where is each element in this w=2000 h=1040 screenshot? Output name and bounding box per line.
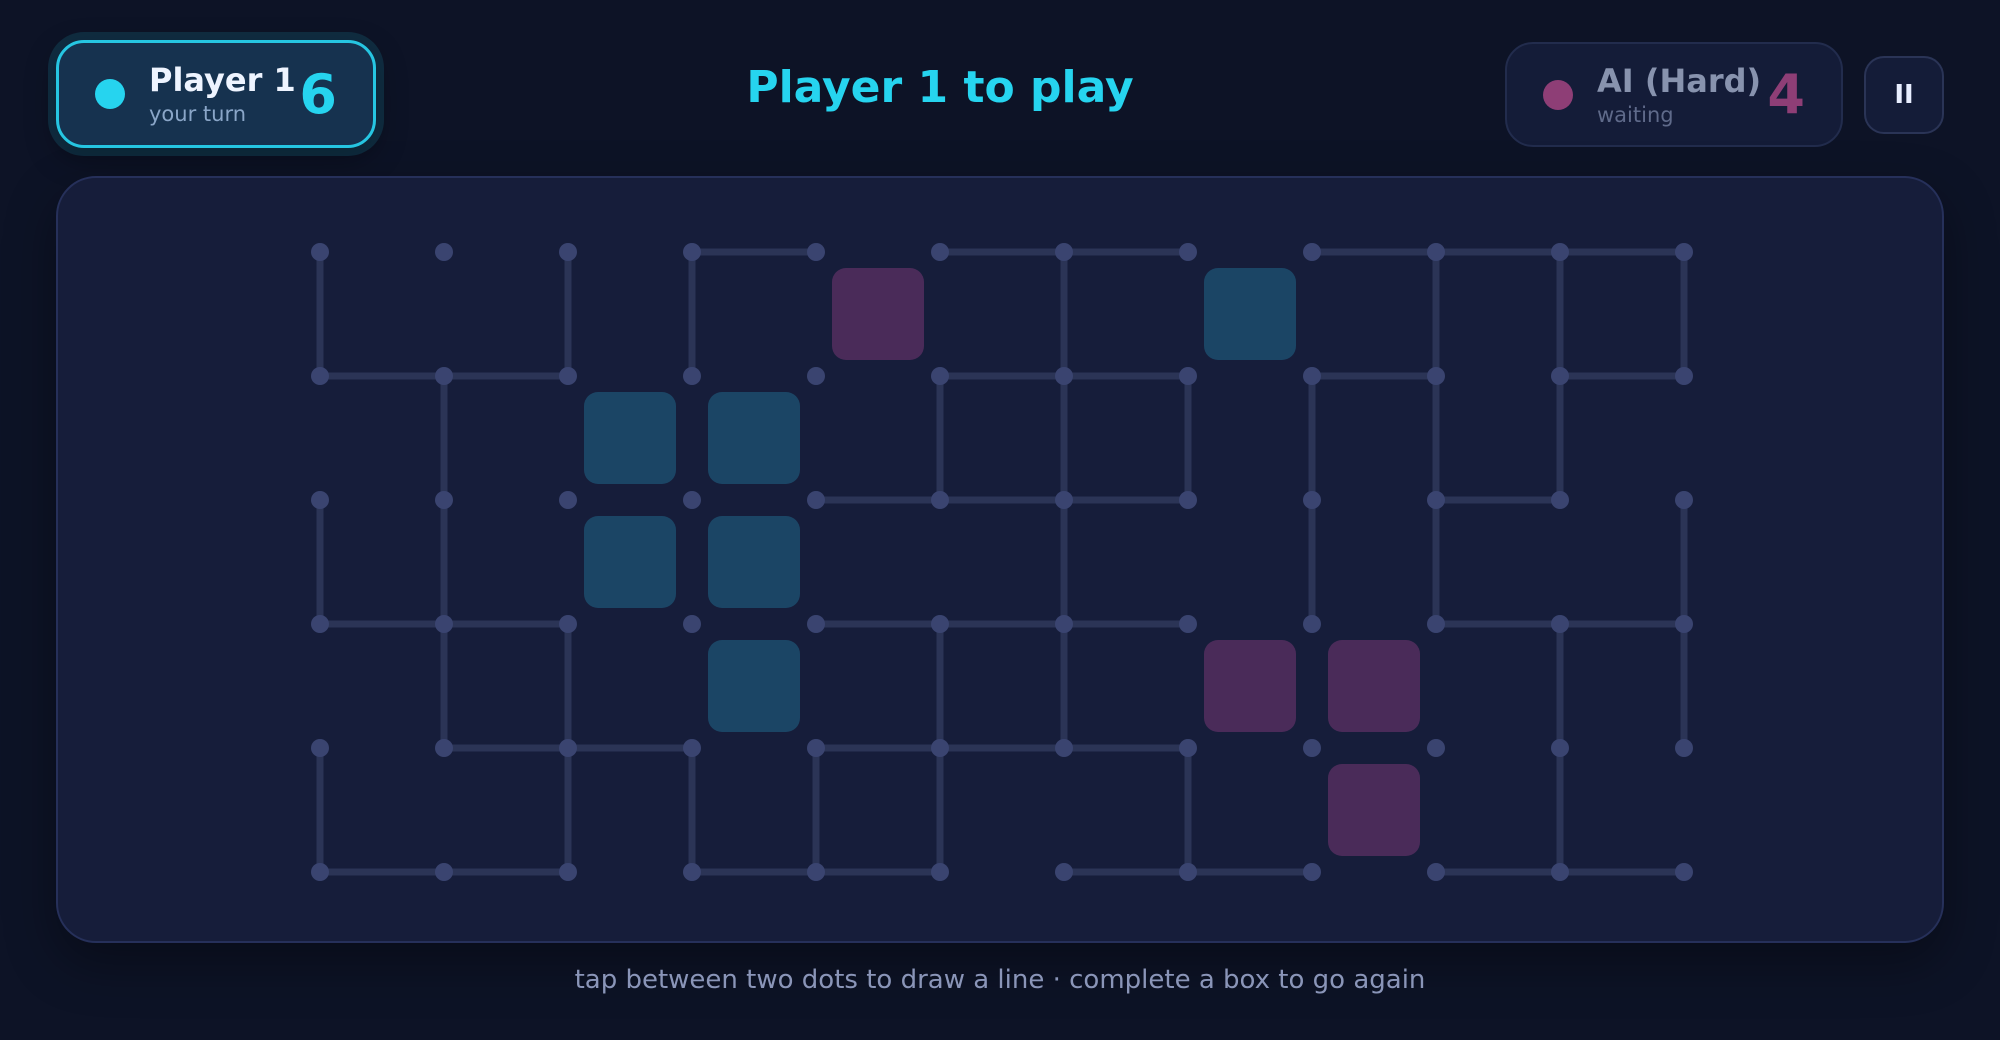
grid-dot[interactable] <box>559 243 577 261</box>
grid-dot[interactable] <box>807 243 825 261</box>
grid-dot[interactable] <box>435 739 453 757</box>
grid-dot[interactable] <box>559 491 577 509</box>
grid-dot[interactable] <box>311 367 329 385</box>
grid-dot[interactable] <box>311 491 329 509</box>
grid-dot[interactable] <box>807 863 825 881</box>
grid-dot[interactable] <box>1427 491 1445 509</box>
pause-button[interactable]: II <box>1864 56 1944 134</box>
grid-dot[interactable] <box>1179 615 1197 633</box>
player2-status: waiting <box>1597 102 1674 127</box>
game-board[interactable] <box>58 178 1942 941</box>
grid-dot[interactable] <box>1551 367 1569 385</box>
instruction-hint: tap between two dots to draw a line · co… <box>574 965 1426 995</box>
grid-dot[interactable] <box>559 367 577 385</box>
grid-dot[interactable] <box>559 739 577 757</box>
claimed-box-p1 <box>708 516 800 608</box>
grid-dot[interactable] <box>683 863 701 881</box>
grid-dot[interactable] <box>1675 863 1693 881</box>
grid-dot[interactable] <box>1675 491 1693 509</box>
player2-info: AI (Hard) waiting <box>1597 62 1761 128</box>
grid-dot[interactable] <box>1179 863 1197 881</box>
grid-dot[interactable] <box>931 739 949 757</box>
grid-dot[interactable] <box>435 863 453 881</box>
grid-dot[interactable] <box>1179 739 1197 757</box>
grid-dot[interactable] <box>559 863 577 881</box>
grid-dot[interactable] <box>1303 491 1321 509</box>
player2-card: AI (Hard) waiting 4 <box>1505 42 1843 147</box>
grid-dot[interactable] <box>1179 491 1197 509</box>
grid-dot[interactable] <box>311 739 329 757</box>
grid-dot[interactable] <box>1179 243 1197 261</box>
grid-dot[interactable] <box>435 615 453 633</box>
grid-dot[interactable] <box>1055 739 1073 757</box>
grid-dot[interactable] <box>559 615 577 633</box>
claimed-box-p2 <box>1328 764 1420 856</box>
grid-dot[interactable] <box>1055 367 1073 385</box>
grid-dot[interactable] <box>1551 863 1569 881</box>
claimed-box-p2 <box>1328 640 1420 732</box>
grid-dot[interactable] <box>435 367 453 385</box>
grid-dot[interactable] <box>1675 615 1693 633</box>
grid-dot[interactable] <box>683 739 701 757</box>
grid-dot[interactable] <box>931 863 949 881</box>
claimed-box-p2 <box>1204 640 1296 732</box>
grid-dot[interactable] <box>1427 863 1445 881</box>
grid-dot[interactable] <box>1303 739 1321 757</box>
grid-dot[interactable] <box>807 367 825 385</box>
grid-dot[interactable] <box>931 491 949 509</box>
grid-dot[interactable] <box>807 615 825 633</box>
grid-dot[interactable] <box>1427 615 1445 633</box>
grid-dot[interactable] <box>1303 367 1321 385</box>
claimed-box-p1 <box>708 392 800 484</box>
grid-dot[interactable] <box>1427 243 1445 261</box>
grid-dot[interactable] <box>1675 739 1693 757</box>
grid-dot[interactable] <box>931 367 949 385</box>
grid-dot[interactable] <box>1055 491 1073 509</box>
grid-dot[interactable] <box>931 243 949 261</box>
top-bar: Player 1 your turn 6 Player 1 to play AI… <box>0 0 2000 170</box>
grid-dot[interactable] <box>311 615 329 633</box>
game-board-panel <box>56 176 1944 943</box>
grid-dot[interactable] <box>683 491 701 509</box>
grid-dot[interactable] <box>1303 615 1321 633</box>
claimed-box-p1 <box>1204 268 1296 360</box>
grid-dot[interactable] <box>1427 739 1445 757</box>
grid-dot[interactable] <box>1675 243 1693 261</box>
grid-dot[interactable] <box>435 491 453 509</box>
claimed-box-p1 <box>708 640 800 732</box>
grid-dot[interactable] <box>1427 367 1445 385</box>
grid-dot[interactable] <box>1179 367 1197 385</box>
player2-score: 4 <box>1767 63 1805 126</box>
grid-dot[interactable] <box>807 739 825 757</box>
grid-dot[interactable] <box>1675 367 1693 385</box>
grid-dot[interactable] <box>683 367 701 385</box>
pause-icon: II <box>1894 80 1914 110</box>
grid-dot[interactable] <box>1055 863 1073 881</box>
grid-dot[interactable] <box>435 243 453 261</box>
grid-dot[interactable] <box>1055 615 1073 633</box>
claimed-box-p1 <box>584 392 676 484</box>
grid-dot[interactable] <box>311 863 329 881</box>
grid-dot[interactable] <box>931 615 949 633</box>
grid-dot[interactable] <box>683 615 701 633</box>
grid-dot[interactable] <box>1551 615 1569 633</box>
claimed-box-p2 <box>832 268 924 360</box>
grid-dot[interactable] <box>1303 863 1321 881</box>
grid-dot[interactable] <box>1303 243 1321 261</box>
claimed-box-p1 <box>584 516 676 608</box>
grid-dot[interactable] <box>1551 491 1569 509</box>
grid-dot[interactable] <box>1055 243 1073 261</box>
grid-dot[interactable] <box>1551 739 1569 757</box>
player2-name: AI (Hard) <box>1597 61 1762 100</box>
player2-color-dot <box>1543 79 1573 110</box>
grid-dot[interactable] <box>683 243 701 261</box>
grid-dot[interactable] <box>1551 243 1569 261</box>
grid-dot[interactable] <box>807 491 825 509</box>
grid-dot[interactable] <box>311 243 329 261</box>
